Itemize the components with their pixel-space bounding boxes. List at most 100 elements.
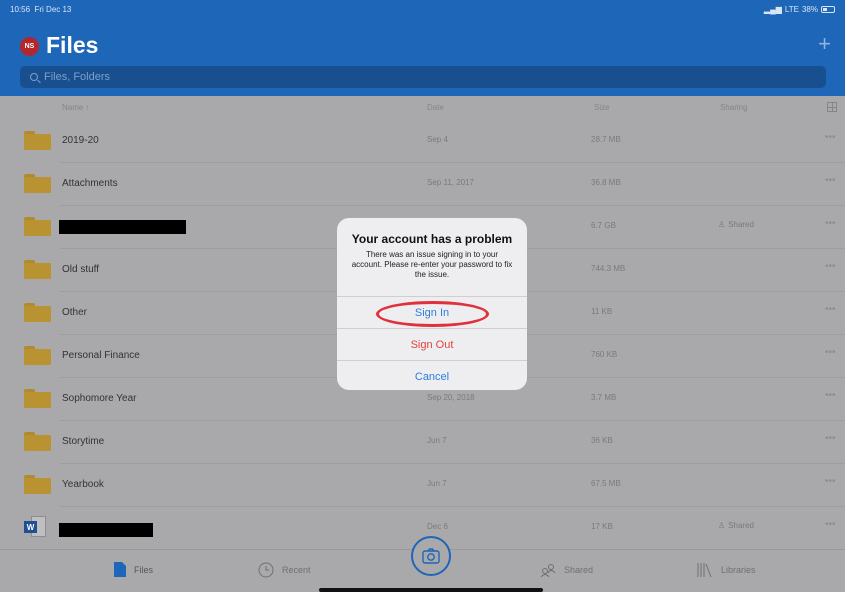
sharing-status: ♙ Shared: [718, 220, 754, 229]
sharing-status: ♙ Shared: [718, 521, 754, 530]
shared-folder-icon: [24, 217, 51, 236]
file-name: Personal Finance: [62, 350, 140, 361]
file-date: Sep 11, 2017: [427, 178, 475, 187]
more-options-icon[interactable]: •••: [825, 261, 836, 272]
redacted-file-name: [59, 220, 186, 234]
sign-out-button[interactable]: Sign Out: [337, 328, 527, 360]
cancel-label: Cancel: [414, 370, 450, 383]
file-name: Storytime: [62, 436, 105, 447]
search-bar[interactable]: [20, 66, 826, 88]
column-header-size[interactable]: Size: [594, 103, 610, 112]
folder-icon: [24, 432, 51, 451]
clock-icon: [258, 562, 274, 578]
file-size: 17 KB: [591, 522, 613, 531]
file-name: Attachments: [62, 178, 118, 189]
camera-icon: [422, 548, 440, 564]
battery-icon: [821, 6, 835, 13]
folder-icon: [24, 174, 51, 193]
folder-icon: [24, 303, 51, 322]
more-options-icon[interactable]: •••: [825, 218, 836, 229]
camera-button[interactable]: [411, 536, 451, 576]
tab-label: Libraries: [721, 565, 756, 575]
dialog-title: Your account has a problem: [351, 232, 513, 246]
grid-view-icon[interactable]: [827, 102, 837, 112]
file-name: Yearbook: [62, 479, 104, 490]
sign-out-label: Sign Out: [410, 338, 454, 351]
file-row[interactable]: Storytime Jun 7 36 KB •••: [0, 421, 845, 464]
sharing-label: Shared: [728, 220, 754, 229]
dialog-message: There was an issue signing in to your ac…: [351, 250, 513, 279]
file-name: Old stuff: [62, 264, 100, 275]
app-header: 10:56 Fri Dec 13 ▂▄▆ LTE 38% NS Files +: [0, 0, 845, 96]
more-options-icon[interactable]: •••: [825, 304, 836, 315]
carrier-label: LTE: [784, 5, 799, 14]
status-bar-right: ▂▄▆ LTE 38%: [764, 5, 835, 14]
column-header-date[interactable]: Date: [427, 103, 444, 112]
file-size: 744.3 MB: [591, 264, 626, 273]
folder-icon: [24, 475, 51, 494]
tab-label: Recent: [282, 565, 311, 575]
tab-shared[interactable]: Shared: [540, 562, 593, 578]
home-indicator: [319, 588, 543, 592]
file-row[interactable]: 2019-20 Sep 4 28.7 MB •••: [0, 120, 845, 163]
status-time: 10:56: [10, 5, 31, 14]
more-options-icon[interactable]: •••: [825, 519, 836, 530]
libraries-icon: [697, 563, 712, 578]
status-bar-left: 10:56 Fri Dec 13: [10, 5, 71, 14]
file-size: 11 KB: [591, 307, 613, 316]
column-header-name[interactable]: Name ↑: [62, 103, 90, 112]
column-header-sharing[interactable]: Sharing: [720, 103, 748, 112]
folder-icon: [24, 260, 51, 279]
signal-icon: ▂▄▆: [763, 5, 782, 14]
file-size: 28.7 MB: [591, 135, 621, 144]
more-options-icon[interactable]: •••: [825, 433, 836, 444]
more-options-icon[interactable]: •••: [825, 390, 836, 401]
tab-label: Files: [134, 564, 154, 575]
more-options-icon[interactable]: •••: [825, 476, 836, 487]
avatar[interactable]: NS: [20, 37, 39, 56]
shared-people-icon: ♙: [718, 220, 726, 229]
more-options-icon[interactable]: •••: [825, 347, 836, 358]
file-size: 67.5 MB: [591, 479, 621, 488]
file-date: Dec 6: [427, 522, 448, 531]
sign-in-button[interactable]: Sign In: [337, 296, 527, 328]
file-name: Sophomore Year: [62, 393, 137, 404]
folder-icon: [24, 131, 51, 150]
tab-libraries[interactable]: Libraries: [697, 562, 756, 578]
file-date: Jun 7: [427, 436, 447, 445]
search-icon: [30, 73, 38, 81]
file-name: 2019-20: [62, 135, 99, 146]
search-input[interactable]: [44, 71, 744, 83]
add-button[interactable]: +: [818, 33, 831, 55]
file-size: 3.7 MB: [591, 393, 617, 402]
file-row[interactable]: Yearbook Jun 7 67.5 MB •••: [0, 464, 845, 507]
battery-label: 38%: [801, 5, 818, 14]
highlight-circle-annotation: [376, 301, 489, 327]
file-name: Other: [62, 307, 88, 318]
file-date: Sep 20, 2018: [427, 393, 475, 402]
file-date: Jun 7: [427, 479, 447, 488]
page-title: Files: [46, 32, 99, 58]
tab-files[interactable]: Files: [114, 562, 153, 577]
word-document-icon: W: [24, 516, 47, 539]
folder-icon: [24, 389, 51, 408]
account-problem-dialog: Your account has a problem There was an …: [337, 218, 527, 390]
cancel-button[interactable]: Cancel: [337, 360, 527, 390]
file-size: 760 KB: [591, 350, 618, 359]
shared-people-icon: [540, 564, 556, 578]
more-options-icon[interactable]: •••: [825, 175, 836, 186]
redacted-file-name: [59, 523, 153, 537]
sharing-label: Shared: [728, 521, 754, 530]
tab-recent[interactable]: Recent: [258, 562, 311, 578]
file-icon: [114, 562, 126, 577]
shared-people-icon: ♙: [718, 521, 726, 530]
file-size: 36.8 MB: [591, 178, 621, 187]
file-size: 36 KB: [591, 436, 613, 445]
tab-label: Shared: [564, 565, 594, 575]
more-options-icon[interactable]: •••: [825, 132, 836, 143]
folder-icon: [24, 346, 51, 365]
file-row[interactable]: Attachments Sep 11, 2017 36.8 MB •••: [0, 163, 845, 206]
file-size: 6.7 GB: [591, 221, 616, 230]
file-date: Sep 4: [427, 135, 448, 144]
status-date: Fri Dec 13: [34, 5, 72, 14]
